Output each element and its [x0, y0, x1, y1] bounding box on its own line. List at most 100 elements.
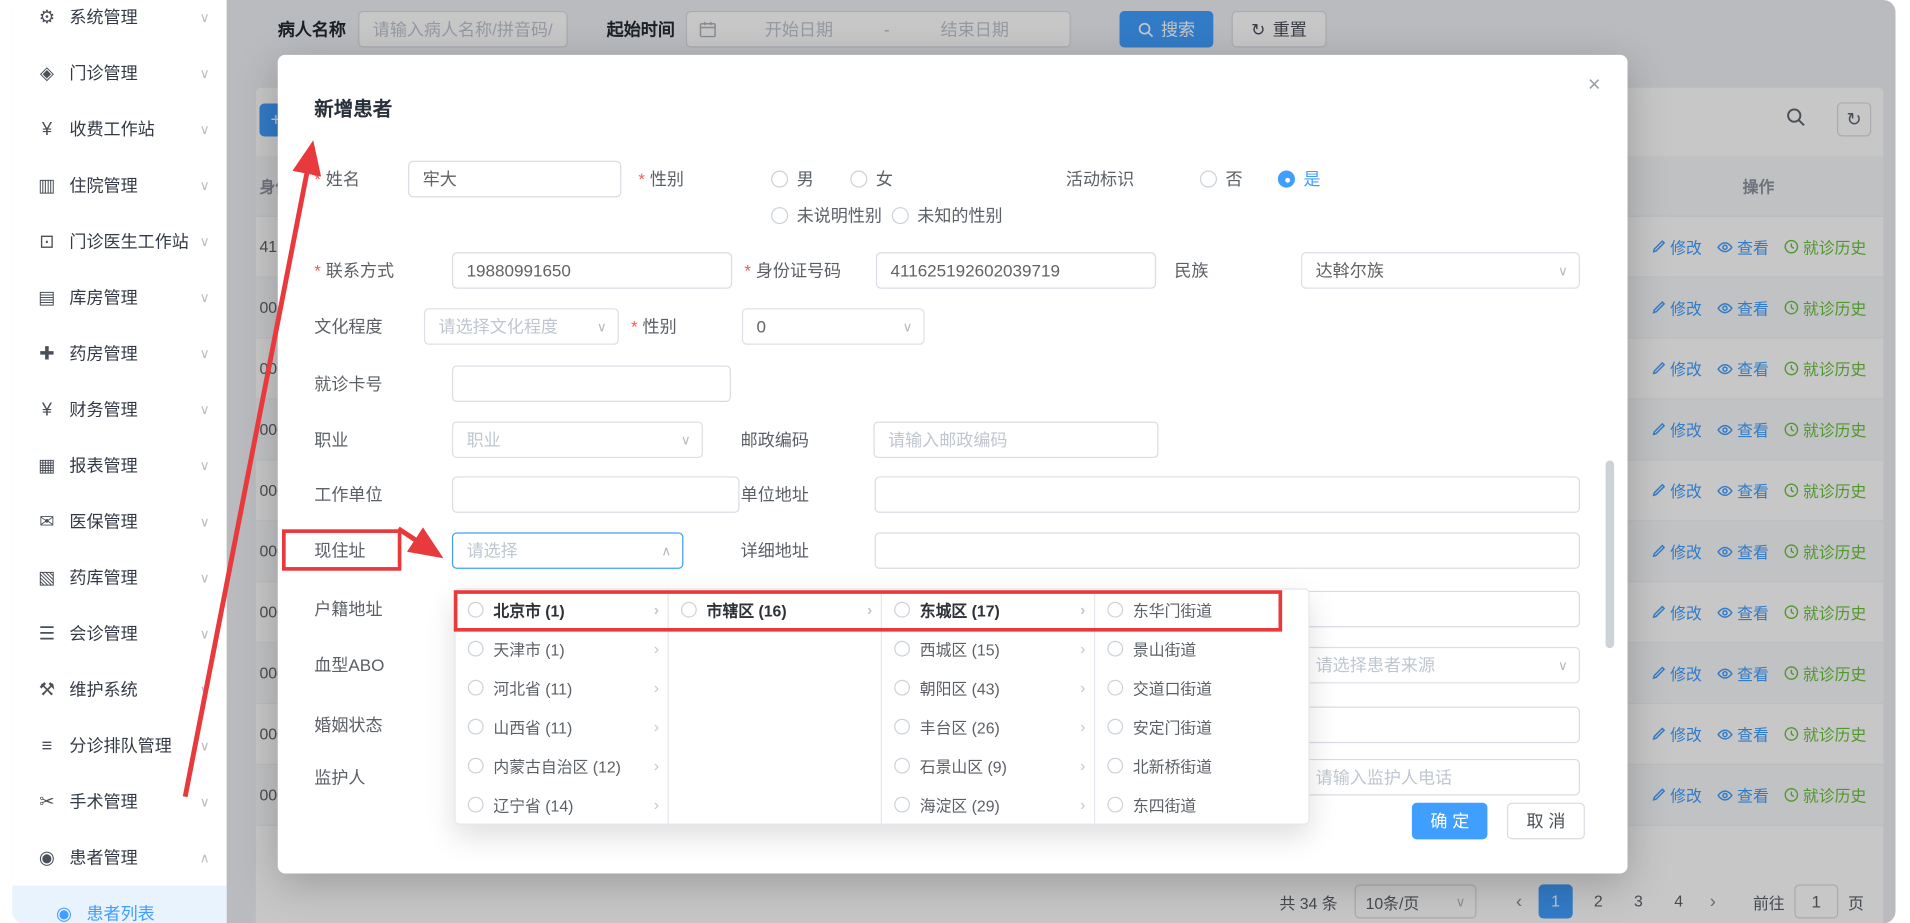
detail-address-label: 详细地址 — [741, 538, 875, 562]
chevron-right-icon: › — [654, 600, 659, 618]
cascader-option[interactable]: 内蒙古自治区 (12)› — [456, 746, 668, 785]
cascader-option[interactable]: 市辖区 (16)› — [669, 590, 881, 629]
cascader-option[interactable]: 天津市 (1)› — [456, 629, 668, 668]
occupation-select[interactable]: 职业 ∨ — [452, 421, 703, 458]
cascader-option[interactable]: 朝阳区 (43)› — [882, 668, 1094, 707]
sidebar-item-warehouse[interactable]: ▤库房管理∨ — [12, 269, 226, 325]
household-detail-input[interactable] — [1301, 591, 1580, 628]
guardian-phone-input[interactable] — [1301, 759, 1580, 796]
cascader-option[interactable]: 石景山区 (9)› — [882, 746, 1094, 785]
id-number-input[interactable] — [876, 252, 1156, 289]
sidebar-item-label: 系统管理 — [69, 5, 192, 29]
cascader-option[interactable]: 北新桥街道 — [1095, 746, 1309, 785]
sidebar-item-charging[interactable]: ¥收费工作站∨ — [12, 101, 226, 157]
patient-source-select[interactable]: 请选择患者来源 ∨ — [1301, 647, 1580, 684]
sidebar-item-report[interactable]: ▦报表管理∨ — [12, 437, 226, 493]
sidebar-item-surgery[interactable]: ✂手术管理∨ — [12, 774, 226, 830]
cascader-column-2: 市辖区 (16)› — [669, 590, 882, 824]
gender2-label: *性别 — [631, 314, 742, 338]
person-icon: ◉ — [54, 903, 75, 923]
sidebar-subitem-patient-list[interactable]: ◉患者列表 — [12, 886, 226, 923]
radio-icon — [894, 640, 910, 656]
marital-extra-input[interactable] — [1301, 707, 1580, 744]
sidebar-item-triage-queue[interactable]: ≡分诊排队管理∨ — [12, 718, 226, 774]
cascader-column-3: 东城区 (17)›西城区 (15)›朝阳区 (43)›丰台区 (26)›石景山区… — [882, 590, 1095, 824]
modal-scrollbar-thumb[interactable] — [1606, 460, 1615, 648]
radio-checked-icon — [1278, 171, 1295, 188]
radio-gender-unspecified[interactable]: 未说明性别 — [771, 203, 882, 227]
tools-icon: ⚒ — [37, 679, 58, 701]
gender2-select[interactable]: 0 ∨ — [742, 308, 925, 345]
sidebar-item-maintenance[interactable]: ⚒维护系统∨ — [12, 661, 226, 717]
cascader-option[interactable]: 安定门街道 — [1095, 707, 1309, 746]
queue-icon: ≡ — [37, 735, 58, 756]
cascader-option[interactable]: 辽宁省 (14)› — [456, 785, 668, 824]
radio-icon — [771, 171, 788, 188]
ethnicity-select[interactable]: 达斡尔族 ∨ — [1301, 252, 1580, 289]
cascader-option[interactable]: 北京市 (1)› — [456, 590, 668, 629]
radio-icon — [894, 757, 910, 773]
chevron-right-icon: › — [1080, 639, 1085, 657]
sidebar-item-system[interactable]: ⚙系统管理∨ — [12, 0, 226, 45]
chevron-right-icon: › — [1080, 756, 1085, 774]
cascader-option[interactable]: 海淀区 (29)› — [882, 785, 1094, 824]
current-address-cascader-input[interactable]: 请选择 ∧ — [452, 532, 683, 569]
chevron-down-icon: ∨ — [903, 319, 913, 335]
radio-icon — [892, 207, 909, 224]
drug-store-icon: ▧ — [37, 566, 58, 588]
sidebar-item-patient[interactable]: ◉患者管理∧ — [12, 830, 226, 886]
sidebar-item-doctor-station[interactable]: ⊡门诊医生工作站∨ — [12, 213, 226, 269]
work-unit-label: 工作单位 — [314, 482, 452, 506]
sidebar-item-finance[interactable]: ¥财务管理∨ — [12, 381, 226, 437]
name-input[interactable] — [408, 161, 621, 198]
cascader-option[interactable]: 景山街道 — [1095, 629, 1309, 668]
visit-card-label: 就诊卡号 — [314, 372, 452, 396]
radio-gender-female[interactable]: 女 — [850, 167, 893, 191]
sidebar-item-label: 财务管理 — [69, 397, 192, 421]
education-select[interactable]: 请选择文化程度 ∨ — [424, 308, 619, 345]
sidebar-item-insurance[interactable]: ✉医保管理∨ — [12, 493, 226, 549]
form-row-1: *姓名 *性别 男 女 活动标识 否 是 — [314, 161, 1580, 198]
work-unit-input[interactable] — [452, 476, 739, 513]
cascader-column-4: 东华门街道景山街道交道口街道安定门街道北新桥街道东四街道 — [1095, 590, 1309, 824]
sidebar-item-pharmacy[interactable]: ✚药房管理∨ — [12, 325, 226, 381]
radio-active-no[interactable]: 否 — [1200, 167, 1243, 191]
chevron-right-icon: › — [1080, 600, 1085, 618]
sidebar-item-label: 收费工作站 — [69, 117, 192, 141]
postal-code-input[interactable] — [873, 421, 1158, 458]
household-address-label: 户籍地址 — [314, 597, 452, 621]
cascader-option[interactable]: 交道口街道 — [1095, 668, 1309, 707]
sidebar-item-inpatient[interactable]: ▥住院管理∨ — [12, 157, 226, 213]
form-row-3: *联系方式 *身份证号码 民族 达斡尔族 ∨ — [314, 252, 1580, 289]
radio-gender-male[interactable]: 男 — [771, 167, 814, 191]
cascader-option[interactable]: 东四街道 — [1095, 785, 1309, 824]
close-icon[interactable]: × — [1588, 72, 1601, 98]
radio-icon — [468, 757, 484, 773]
confirm-button[interactable]: 确 定 — [1412, 803, 1487, 840]
detail-address-input[interactable] — [875, 532, 1580, 569]
unit-address-input[interactable] — [875, 476, 1580, 513]
radio-gender-unknown[interactable]: 未知的性别 — [892, 203, 1003, 227]
contact-input[interactable] — [452, 252, 732, 289]
cascader-option[interactable]: 东城区 (17)› — [882, 590, 1094, 629]
cancel-button[interactable]: 取 消 — [1507, 803, 1585, 840]
cascader-option[interactable]: 东华门街道 — [1095, 590, 1309, 629]
cascader-option[interactable]: 西城区 (15)› — [882, 629, 1094, 668]
sidebar-item-label: 会诊管理 — [69, 621, 192, 645]
radio-active-yes[interactable]: 是 — [1278, 167, 1321, 191]
radio-icon — [850, 171, 867, 188]
yen-icon: ¥ — [37, 119, 58, 140]
cascader-option[interactable]: 丰台区 (26)› — [882, 707, 1094, 746]
cascader-option[interactable]: 河北省 (11)› — [456, 668, 668, 707]
sidebar-item-label: 门诊管理 — [69, 61, 192, 85]
sidebar-item-consultation[interactable]: ☰会诊管理∨ — [12, 605, 226, 661]
visit-card-input[interactable] — [452, 365, 731, 402]
sidebar-item-label: 库房管理 — [69, 285, 192, 309]
sidebar-item-drugstore[interactable]: ▧药库管理∨ — [12, 549, 226, 605]
sidebar-item-label: 维护系统 — [69, 677, 192, 701]
storage-icon: ▤ — [37, 286, 58, 308]
radio-icon — [894, 796, 910, 812]
cascader-option[interactable]: 山西省 (11)› — [456, 707, 668, 746]
chevron-right-icon: › — [654, 795, 659, 813]
sidebar-item-outpatient[interactable]: ◈门诊管理∨ — [12, 45, 226, 101]
